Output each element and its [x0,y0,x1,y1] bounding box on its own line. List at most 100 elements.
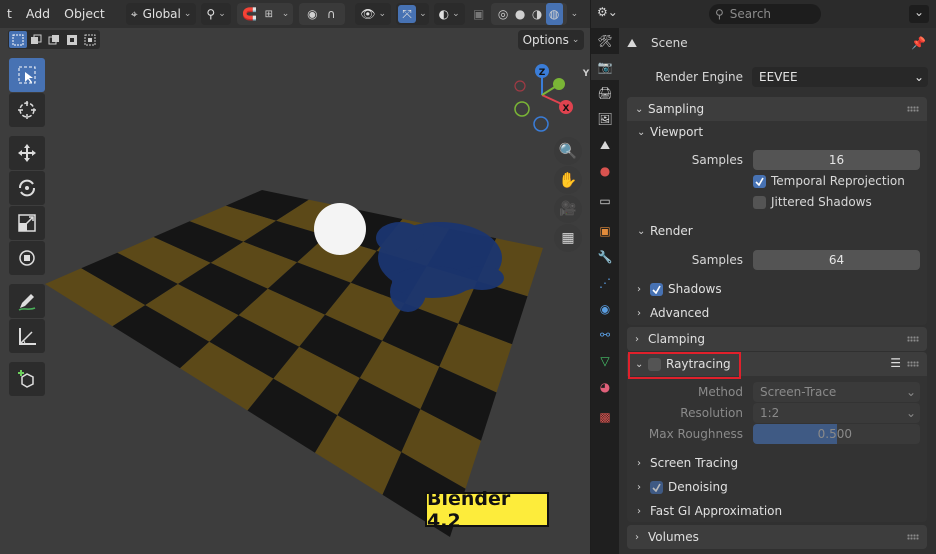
drag-handle-icon[interactable] [907,534,919,540]
options-chevron-icon[interactable]: ⌄ [909,5,929,23]
advanced-subpanel-header[interactable]: › Advanced [637,302,709,324]
jittered-shadows-row: Jittered Shadows [619,191,936,213]
cursor-tool[interactable] [9,93,45,127]
drag-handle-icon[interactable] [907,106,919,112]
pan-button[interactable]: ✋ [554,166,582,194]
viewport-samples-field[interactable]: 16 [753,150,920,170]
temporal-reprojection-row: Temporal Reprojection [619,170,936,192]
tab-render[interactable]: 📷 [591,54,619,80]
overlay-dropdown[interactable]: ◐ ⌄ [433,3,465,25]
camera-icon: 🎥 [559,201,577,217]
navigation-gizmo[interactable]: Z Y X [500,58,590,138]
neg-y-axis-handle[interactable] [514,101,530,117]
tab-collection[interactable]: ▭ [591,188,619,214]
chevron-down-icon: ⌄ [913,70,924,84]
shading-dropdown-icon[interactable]: ⌄ [571,9,579,19]
version-badge: Blender 4.2 [425,488,549,532]
preset-list-icon[interactable]: ☰ [890,356,901,370]
shadows-subpanel-header[interactable]: › Shadows [637,278,722,300]
tab-view-layer[interactable]: 🖼 [591,106,619,132]
render-samples-field[interactable]: 64 [753,250,920,270]
zoom-button[interactable]: 🔍 [554,137,582,165]
render-subpanel-header[interactable]: ⌄ Render [637,220,693,242]
move-tool[interactable] [9,136,45,170]
xray-icon[interactable]: ▣ [469,3,489,25]
tab-world[interactable]: ● [591,158,619,184]
tab-tool[interactable]: 🛠 [591,28,619,54]
denoising-checkbox[interactable] [650,480,663,494]
solid-shading-icon[interactable]: ● [512,3,529,25]
navigation-tools: 🔍 ✋ 🎥 ▦ [554,137,584,253]
tab-modifiers[interactable]: 🔧 [591,244,619,270]
chevron-down-icon: ⌄ [637,126,646,138]
visibility-dropdown[interactable]: 👁 ⌄ [355,3,392,25]
clamping-title: Clamping [648,332,705,346]
gizmo-dropdown[interactable]: ⤧ ⌄ [396,3,429,25]
clamping-panel-header[interactable]: › Clamping [627,327,927,351]
options-button[interactable]: Options ⌄ [518,30,584,50]
viewport-subpanel-header[interactable]: ⌄ Viewport [637,121,703,143]
tab-scene[interactable]: ⛰ [591,132,619,158]
proportional-edit-icon[interactable]: ◉ [303,3,321,25]
wireframe-shading-icon[interactable]: ◎ [495,3,512,25]
shadows-checkbox[interactable] [650,282,663,296]
denoising-label: Denoising [668,480,728,494]
rotate-tool[interactable] [9,171,45,205]
annotate-tool[interactable] [9,284,45,318]
tab-constraints[interactable]: ⚯ [591,322,619,348]
method-dropdown[interactable]: Screen-Trace ⌄ [753,382,920,402]
neg-x-axis-handle[interactable] [514,80,526,92]
render-engine-label: Render Engine [655,70,743,84]
gizmo-icon: ⤧ [398,5,417,23]
camera-view-button[interactable]: 🎥 [554,195,582,223]
fast-gi-subpanel-header[interactable]: › Fast GI Approximation [637,500,782,522]
scale-tool[interactable] [9,206,45,240]
y-axis-handle[interactable] [553,78,565,90]
max-roughness-slider[interactable]: 0.500 [753,424,920,444]
tab-texture[interactable]: ▩ [591,404,619,430]
search-field[interactable]: ⚲ Search [709,4,821,24]
resolution-dropdown[interactable]: 1:2 ⌄ [753,403,920,423]
measure-tool[interactable] [9,319,45,353]
render-engine-dropdown[interactable]: EEVEE ⌄ [752,67,928,87]
material-shading-icon[interactable]: ◑ [529,3,546,25]
white-sphere [314,203,366,255]
tab-output[interactable]: 🖨 [591,80,619,106]
volumes-panel-header[interactable]: › Volumes [627,525,927,549]
temporal-reprojection-checkbox[interactable]: Temporal Reprojection [753,174,905,188]
tab-material[interactable]: ◕ [591,374,619,400]
select-invert-icon[interactable] [63,31,81,48]
drag-handle-icon[interactable] [907,361,919,367]
pivot-dropdown[interactable]: ⚲ ⌄ [201,3,231,25]
pin-icon[interactable]: 📌 [911,36,926,50]
tab-data[interactable]: ▽ [591,348,619,374]
drag-handle-icon[interactable] [907,336,919,342]
transform-tool[interactable] [9,241,45,275]
add-cube-tool[interactable] [9,362,45,396]
menu-add[interactable]: Add [19,0,57,28]
menu-object[interactable]: Object [57,0,112,28]
neg-z-axis-handle[interactable] [533,116,549,132]
snap-target-icon[interactable]: ⊞ [259,3,279,25]
screen-tracing-subpanel-header[interactable]: › Screen Tracing [637,452,738,474]
rendered-shading-icon[interactable]: ◍ [545,3,563,25]
falloff-icon[interactable]: ∩ [321,3,341,25]
tab-particles[interactable]: ⋰ [591,270,619,296]
3d-viewport[interactable]: t Add Object ⌖ Global ⌄ ⚲ ⌄ 🧲 ⊞ ⌄ ◉ ∩ 👁 ⌄ … [0,0,590,554]
max-roughness-value: 0.500 [817,427,852,441]
select-extend-icon[interactable] [27,31,45,48]
snap-icon[interactable]: 🧲 [241,3,259,25]
select-intersect-icon[interactable] [81,31,99,48]
editor-type-icon[interactable]: ⚙⌄ [597,5,618,19]
select-new-icon[interactable] [9,31,27,48]
tab-physics[interactable]: ◉ [591,296,619,322]
menu-view[interactable]: t [0,0,19,28]
transform-orientation-dropdown[interactable]: ⌖ Global ⌄ [125,3,197,25]
ortho-toggle-button[interactable]: ▦ [554,224,582,252]
tab-object[interactable]: ▣ [591,218,619,244]
jittered-shadows-checkbox[interactable]: Jittered Shadows [753,195,872,209]
select-box-tool[interactable] [9,58,45,92]
select-subtract-icon[interactable] [45,31,63,48]
sampling-panel-header[interactable]: ⌄ Sampling [627,97,927,121]
denoising-subpanel-header[interactable]: › Denoising [637,476,728,498]
